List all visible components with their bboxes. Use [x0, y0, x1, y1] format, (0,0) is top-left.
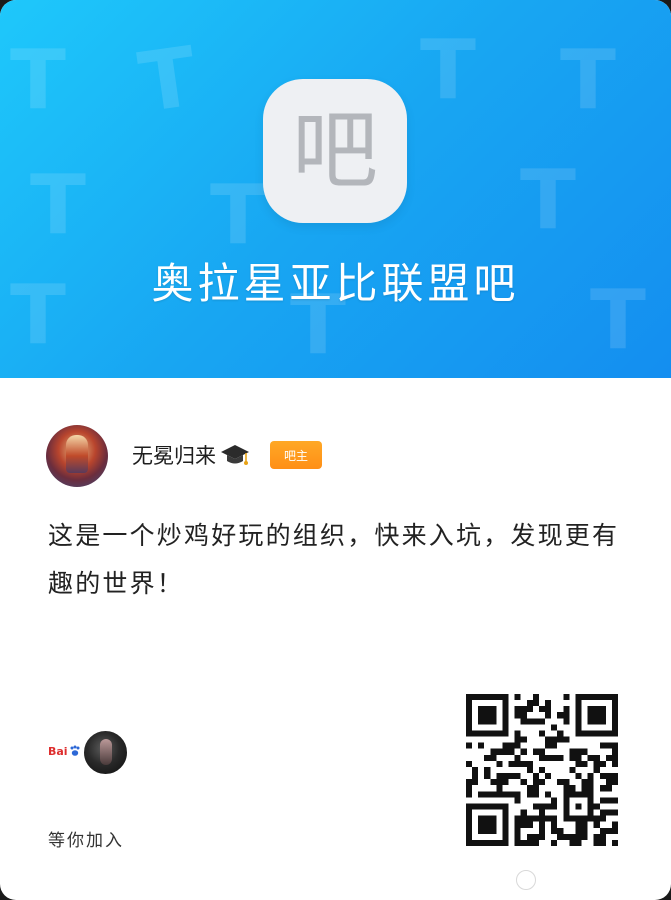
watermark-pattern: T: [420, 23, 476, 118]
qr-code[interactable]: [466, 694, 618, 846]
watermark-pattern: T: [520, 153, 576, 248]
forum-name: 奥拉星亚比联盟吧: [151, 259, 520, 308]
owner-username[interactable]: 无冕归来: [132, 440, 216, 470]
owner-avatar[interactable]: [46, 425, 108, 487]
watermark-pattern: T: [133, 29, 203, 132]
forum-description: 这是一个炒鸡好玩的组织，快来入坑，发现更有趣的世界！: [48, 521, 620, 598]
paw-icon: [69, 742, 81, 761]
watermark-pattern: T: [30, 158, 86, 253]
watermark-pattern: T: [560, 33, 616, 128]
header-banner: T T T T T T T T T T 吧 奥拉星亚比联盟吧: [0, 0, 671, 378]
forum-logo-glyph: 吧: [292, 101, 378, 201]
watermark-pattern: T: [210, 168, 266, 263]
join-label: 等你加入: [48, 831, 124, 851]
graduation-cap-icon: [220, 442, 250, 468]
share-card: T T T T T T T T T T 吧 奥拉星亚比联盟吧 无冕归来 吧主 这…: [0, 0, 671, 900]
home-indicator-icon: [516, 870, 536, 890]
watermark-pattern: T: [10, 33, 66, 128]
owner-info: 无冕归来 吧主: [132, 438, 322, 472]
qr-code-icon: [466, 694, 618, 846]
owner-role-badge: 吧主: [270, 441, 322, 469]
member-avatar[interactable]: [82, 729, 129, 776]
forum-logo: 吧: [263, 79, 407, 223]
baidu-logo-text-left: Bai: [48, 744, 68, 758]
